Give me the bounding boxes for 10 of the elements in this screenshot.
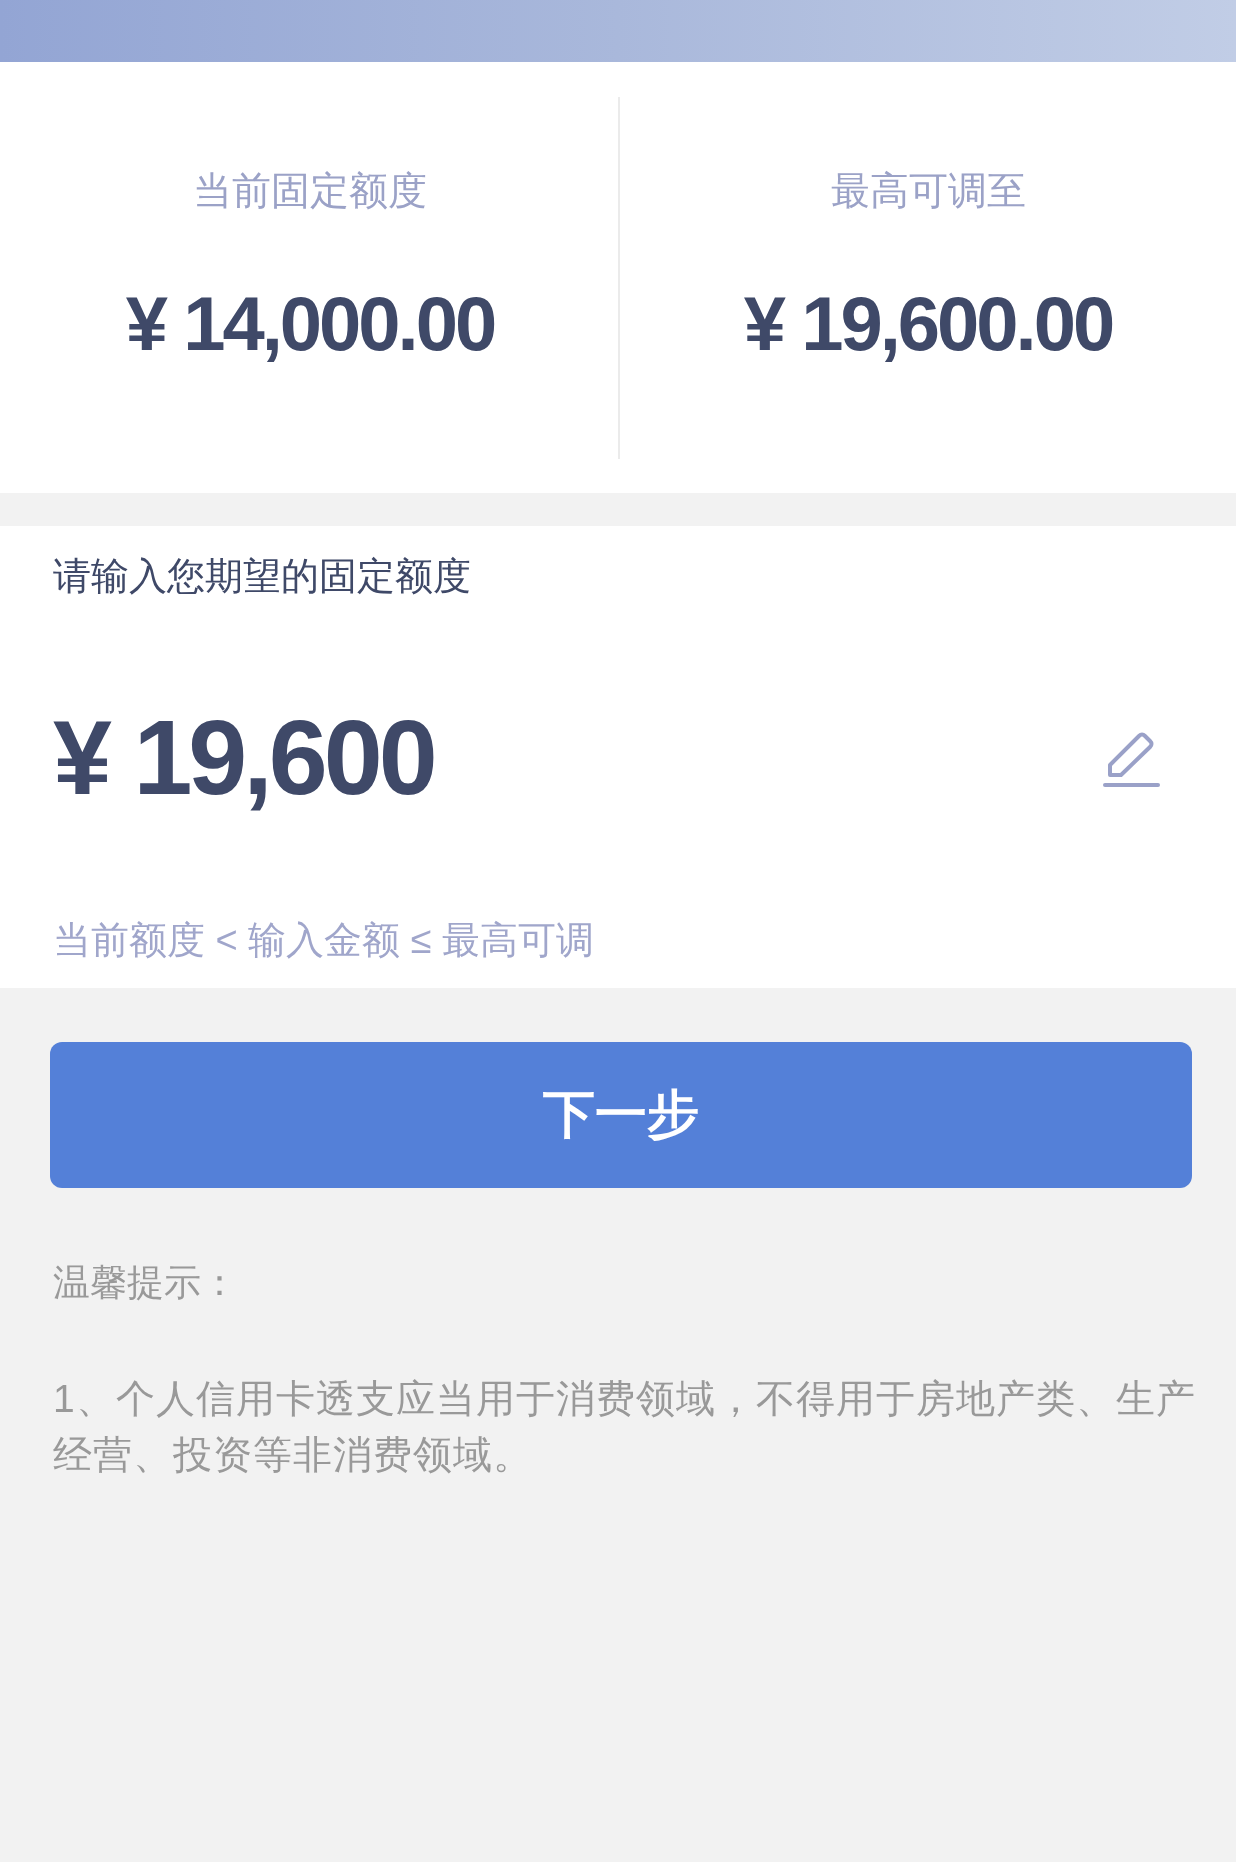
limit-amount: ¥ 14,000.00 <box>125 280 495 368</box>
limit-label: 最高可调至 <box>830 168 1026 214</box>
amount-input-field[interactable]: ¥ 19,600 <box>53 697 434 817</box>
next-button[interactable]: 下一步 <box>50 1042 1192 1188</box>
tip-text: 1、个人信用卡透支应当用于消费领域，不得用于房地产类、生产经营、投资等非消费领域。 <box>53 1376 1197 1478</box>
field-label: 请输入您期望的固定额度 <box>53 554 471 599</box>
limit-label: 当前固定额度 <box>193 168 427 214</box>
limit-amount: ¥ 19,600.00 <box>743 280 1113 368</box>
tips-title: 温馨提示： <box>53 1261 238 1305</box>
range-note: 当前额度 < 输入金额 ≤ 最高可调 <box>53 918 595 963</box>
